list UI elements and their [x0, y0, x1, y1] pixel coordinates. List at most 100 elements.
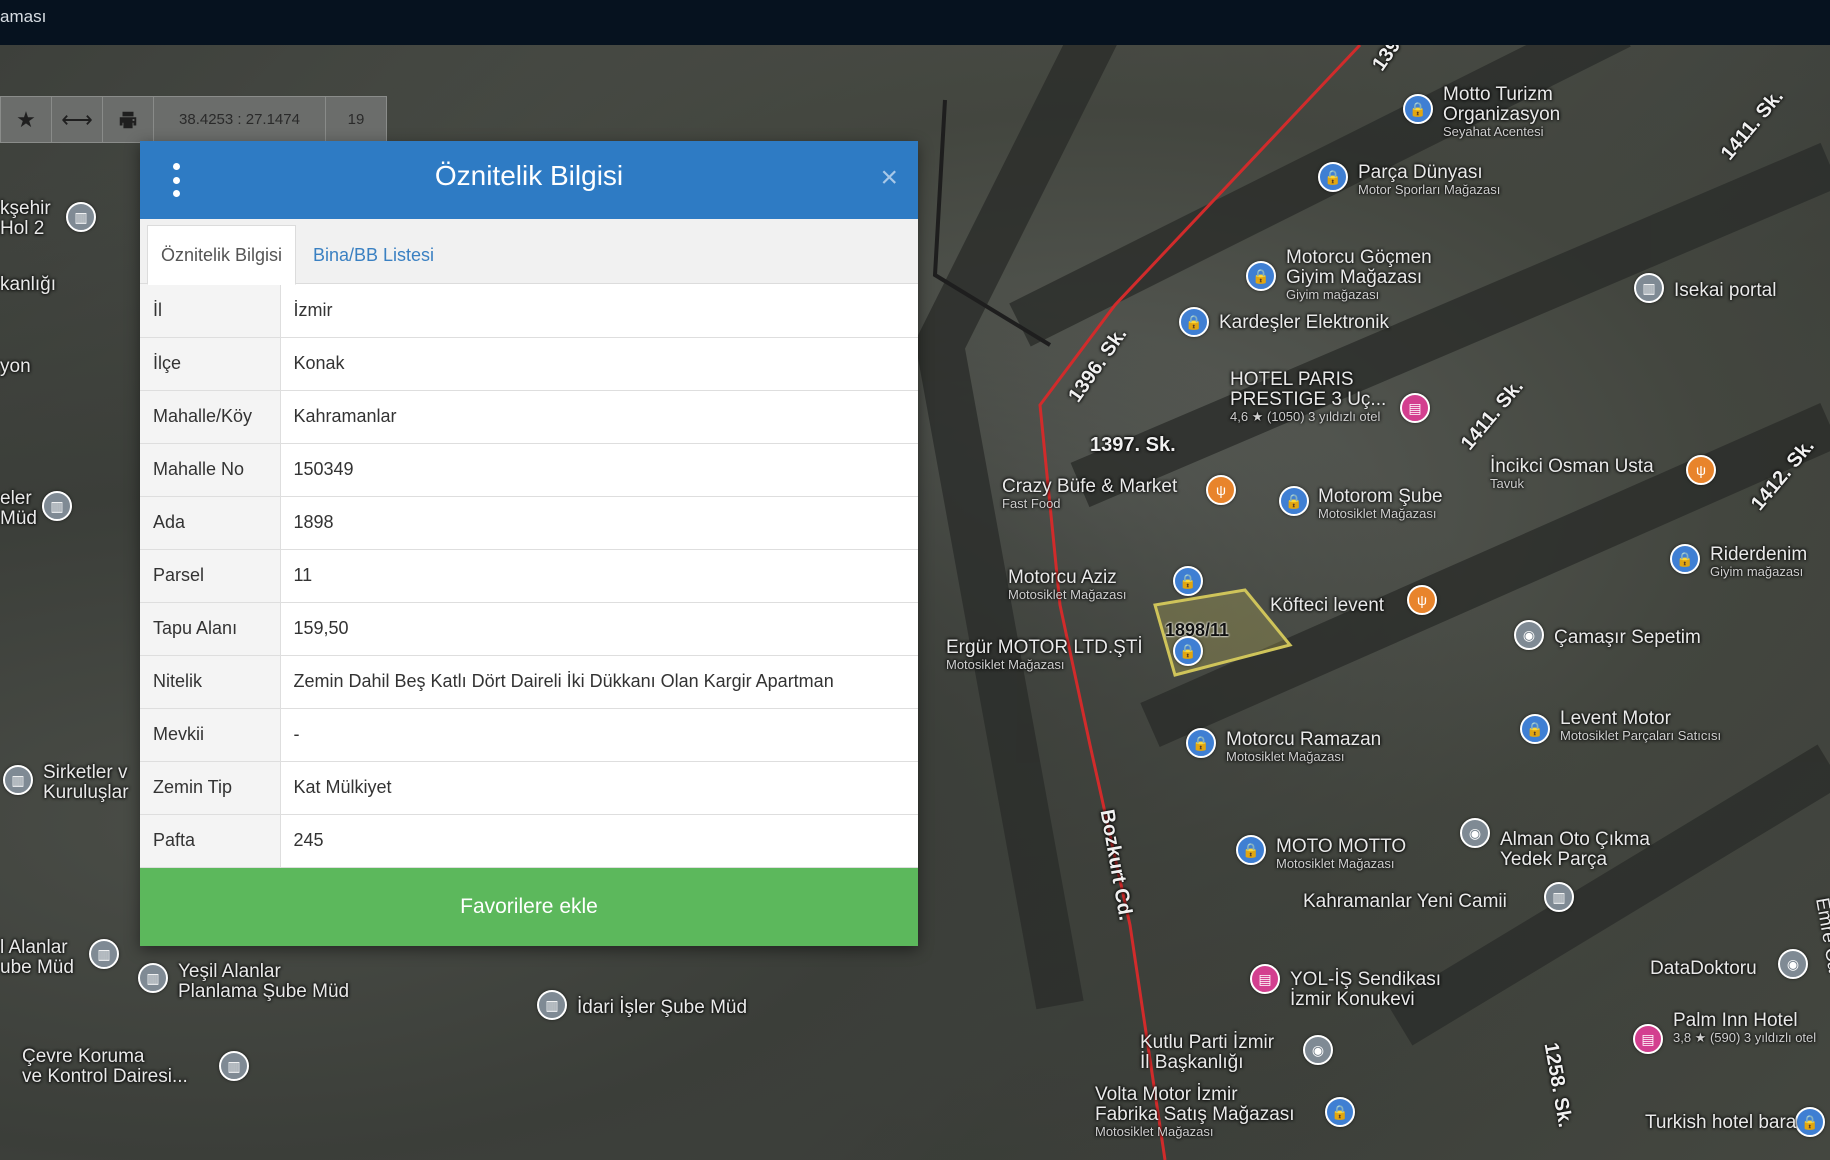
place-label[interactable]: İncikci Osman Usta Tavuk [1490, 457, 1654, 491]
shop-pin-icon[interactable]: 🔒 [1186, 728, 1216, 758]
shop-pin-icon[interactable]: 🔒 [1520, 714, 1550, 744]
place-label[interactable]: Motorcu Göçmen Giyim Mağazası Giyim mağaza… [1286, 248, 1432, 302]
place-label: yon [0, 356, 31, 377]
place-label[interactable]: Çevre Koruma ve Kontrol Dairesi... [22, 1047, 188, 1087]
laundry-pin-icon[interactable]: ◉ [1514, 620, 1544, 650]
place-label[interactable]: Motorom Şube Motosiklet Mağazası [1318, 487, 1443, 521]
car-parts-pin-icon[interactable]: ◉ [1460, 818, 1490, 848]
landmark-pin-icon[interactable]: ▥ [1634, 273, 1664, 303]
arrows-horizontal-icon[interactable]: ⟷ [52, 97, 103, 142]
place-label[interactable]: Köfteci levent [1270, 596, 1384, 616]
table-row: Mahalle/Köy Kahramanlar [140, 390, 918, 444]
row-key: Nitelik [140, 655, 281, 709]
government-pin-icon[interactable]: ▥ [138, 963, 168, 993]
office-pin-icon[interactable]: ◉ [1778, 949, 1808, 979]
mosque-pin-icon[interactable]: ▥ [1544, 882, 1574, 912]
row-value: 11 [280, 549, 918, 603]
place-label[interactable]: İdari İşler Şube Müd [577, 998, 747, 1018]
row-key: Ada [140, 496, 281, 550]
hotel-pin-icon[interactable]: ▤ [1633, 1024, 1663, 1054]
government-pin-icon[interactable]: ▥ [42, 491, 72, 521]
place-label[interactable]: l Alanlar ube Müd [0, 938, 74, 978]
row-value: 245 [280, 814, 918, 868]
place-label[interactable]: Kutlu Parti İzmir İl Başkanlığı [1140, 1033, 1274, 1073]
row-value: Kat Mülkiyet [280, 761, 918, 815]
star-icon[interactable]: ★ [1, 97, 52, 142]
coordinate-readout: 38.4253 : 27.1474 [154, 97, 326, 142]
place-label: kanlığı [0, 274, 56, 295]
add-to-favorites-button[interactable]: Favorilere ekle [140, 868, 918, 946]
tab-attribute-info[interactable]: Öznitelik Bilgisi [147, 225, 297, 285]
top-bar: aması [0, 0, 1830, 45]
restaurant-pin-icon[interactable]: ψ [1686, 455, 1716, 485]
government-pin-icon[interactable]: ▥ [3, 765, 33, 795]
print-icon[interactable] [103, 97, 154, 142]
row-value: Konak [280, 337, 918, 391]
place-label[interactable]: Palm Inn Hotel 3,8 ★ (590) 3 yıldızlı ote… [1673, 1011, 1816, 1045]
place-label[interactable]: Parça Dünyası Motor Sporları Mağazası [1358, 163, 1500, 197]
tab-building-list[interactable]: Bina/BB Listesi [300, 225, 447, 285]
place-label[interactable]: Riderdenim Giyim mağazası [1710, 545, 1807, 579]
row-value: 150349 [280, 443, 918, 497]
place-label[interactable]: MOTO MOTTO Motosiklet Mağazası [1276, 837, 1406, 871]
restaurant-pin-icon[interactable]: ψ [1407, 585, 1437, 615]
place-label[interactable]: Motorcu Ramazan Motosiklet Mağazası [1226, 730, 1381, 764]
restaurant-pin-icon[interactable]: ψ [1206, 475, 1236, 505]
row-value: 1898 [280, 496, 918, 550]
map-toolbar: ★ ⟷ 38.4253 : 27.1474 19 [0, 96, 387, 143]
row-key: İlçe [140, 337, 281, 391]
place-label[interactable]: Volta Motor İzmir Fabrika Satış Mağazası M… [1095, 1085, 1295, 1139]
place-label[interactable]: Çamaşır Sepetim [1554, 628, 1701, 648]
place-label[interactable]: kşehir Hol 2 [0, 199, 51, 239]
row-key: Tapu Alanı [140, 602, 281, 656]
shop-pin-icon[interactable]: 🔒 [1403, 94, 1433, 124]
place-label[interactable]: Kardeşler Elektronik [1219, 313, 1389, 333]
shop-pin-icon[interactable]: 🔒 [1236, 835, 1266, 865]
place-label[interactable]: DataDoktoru [1650, 959, 1757, 979]
row-value: Kahramanlar [280, 390, 918, 444]
hotel-pin-icon[interactable]: ▤ [1250, 964, 1280, 994]
shop-pin-icon[interactable]: 🔒 [1670, 544, 1700, 574]
shop-pin-icon[interactable]: 🔒 [1795, 1107, 1825, 1137]
place-label[interactable]: Isekai portal [1674, 281, 1776, 301]
government-pin-icon[interactable]: ▥ [219, 1051, 249, 1081]
shop-pin-icon[interactable]: 🔒 [1173, 566, 1203, 596]
place-label[interactable]: Yeşil Alanlar Planlama Şube Müd [178, 962, 349, 1002]
hotel-pin-icon[interactable]: ▤ [1400, 393, 1430, 423]
row-key: Mevkii [140, 708, 281, 762]
place-label[interactable]: Motorcu Aziz Motosiklet Mağazası [1008, 568, 1127, 602]
row-value: 159,50 [280, 602, 918, 656]
government-pin-icon[interactable]: ▥ [66, 202, 96, 232]
place-label[interactable]: eler Müd [0, 489, 37, 529]
close-icon[interactable]: × [880, 163, 898, 193]
table-row: Tapu Alanı 159,50 [140, 602, 918, 656]
place-label[interactable]: Turkish hotel bara [1645, 1113, 1796, 1133]
place-label[interactable]: Crazy Büfe & Market Fast Food [1002, 477, 1177, 511]
row-key: Zemin Tip [140, 761, 281, 815]
place-label[interactable]: Sirketler v Kuruluşlar [43, 763, 129, 803]
place-label[interactable]: Motto Turizm Organizasyon Seyahat Acentesi [1443, 85, 1560, 139]
row-key: İl [140, 284, 281, 338]
shop-pin-icon[interactable]: 🔒 [1325, 1097, 1355, 1127]
place-label[interactable]: Levent Motor Motosiklet Parçaları Satıcıs… [1560, 709, 1721, 743]
table-row: İl İzmir [140, 284, 918, 338]
place-label[interactable]: Ergür MOTOR LTD.ŞTİ Motosiklet Mağazası [946, 638, 1143, 672]
government-pin-icon[interactable]: ▥ [537, 990, 567, 1020]
shop-pin-icon[interactable]: 🔒 [1246, 261, 1276, 291]
place-label[interactable]: Alman Oto Çıkma Yedek Parça [1500, 830, 1650, 870]
shop-pin-icon[interactable]: 🔒 [1173, 636, 1203, 666]
office-pin-icon[interactable]: ◉ [1303, 1035, 1333, 1065]
shop-pin-icon[interactable]: 🔒 [1179, 307, 1209, 337]
place-label[interactable]: Kahramanlar Yeni Camii [1303, 892, 1507, 912]
row-key: Mahalle/Köy [140, 390, 281, 444]
attribute-table: İl İzmir İlçe Konak Mahalle/Köy Kahramanlar… [140, 284, 918, 868]
table-row: Parsel 11 [140, 549, 918, 603]
shop-pin-icon[interactable]: 🔒 [1279, 486, 1309, 516]
place-label[interactable]: YOL-İŞ Sendikası İzmir Konukevi [1290, 970, 1441, 1010]
table-row: Mevkii - [140, 708, 918, 762]
table-row: Ada 1898 [140, 496, 918, 550]
table-row: Pafta 245 [140, 814, 918, 868]
shop-pin-icon[interactable]: 🔒 [1318, 162, 1348, 192]
place-label[interactable]: HOTEL PARIS PRESTIGE 3 Uç... 4,6 ★ (1050) … [1230, 370, 1386, 424]
government-pin-icon[interactable]: ▥ [89, 939, 119, 969]
